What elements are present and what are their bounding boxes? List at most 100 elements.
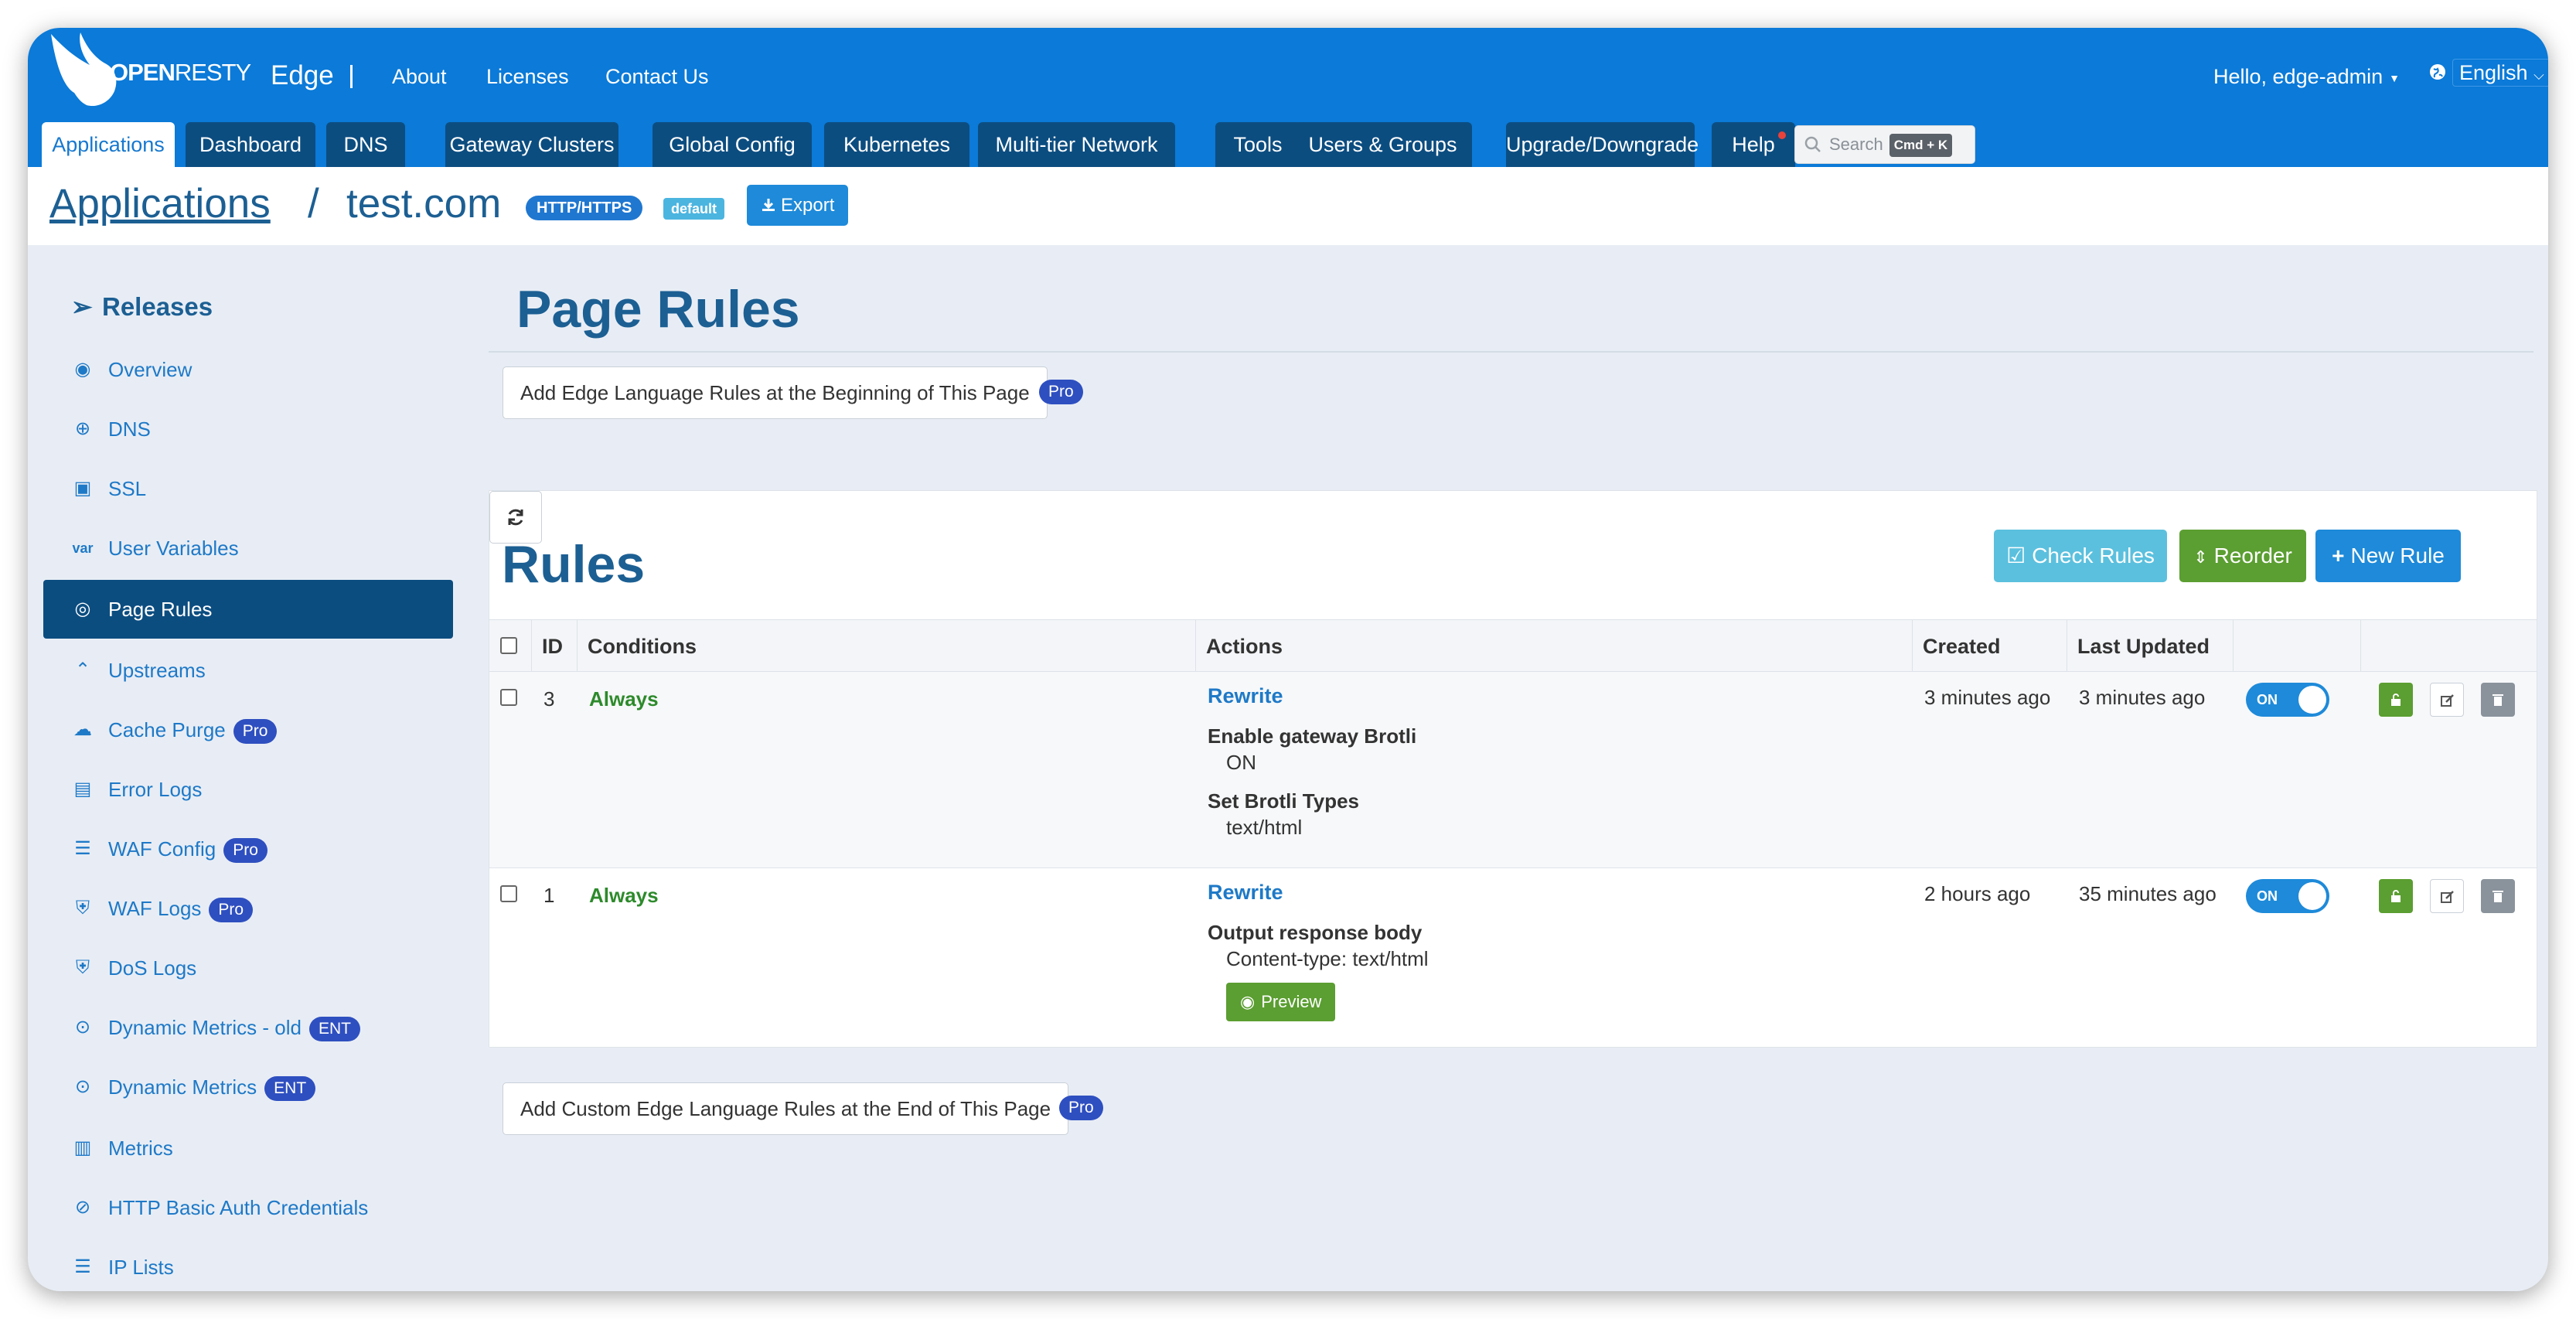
about-link[interactable]: About	[392, 65, 447, 89]
list-icon: ☰	[74, 1256, 91, 1277]
edit-button[interactable]	[2430, 879, 2464, 913]
contact-us-link[interactable]: Contact Us	[605, 65, 709, 89]
sidebar-item-waf-config[interactable]: ☰ WAF Config Pro	[43, 820, 453, 878]
plus-icon: +	[2332, 544, 2345, 567]
tab-tools[interactable]: Tools	[1215, 122, 1300, 167]
breadcrumb-app-name: test.com	[346, 181, 502, 227]
sidebar-item-label: WAF Logs	[108, 897, 202, 920]
sidebar-item-label: Cache Purge	[108, 718, 226, 741]
select-all-checkbox[interactable]	[500, 637, 517, 654]
unlock-button[interactable]	[2379, 683, 2413, 717]
logo-separator	[350, 65, 353, 88]
sidebar-item-label: Dynamic Metrics - old	[108, 1016, 302, 1039]
action-value: ON	[1226, 751, 1256, 774]
sidebar-item-upstreams[interactable]: ⌃ Upstreams	[43, 641, 453, 700]
shield-log-icon: ⛨	[76, 957, 90, 978]
tab-dns[interactable]: DNS	[326, 122, 405, 167]
rules-table: ID Conditions Actions Created Last Updat…	[489, 619, 2537, 1048]
rule-id: 3	[543, 687, 555, 711]
sidebar-item-waf-logs[interactable]: ⛨ WAF Logs Pro	[43, 879, 453, 938]
sidebar-item-ssl[interactable]: ▣ SSL	[43, 459, 453, 518]
globe-icon	[2430, 64, 2445, 80]
rewrite-link[interactable]: Rewrite	[1208, 881, 1283, 905]
row-checkbox[interactable]	[500, 885, 517, 902]
chevron-down-icon: ⌵	[2533, 67, 2544, 83]
notification-dot	[1778, 131, 1786, 139]
sidebar-item-user-variables[interactable]: var User Variables	[43, 519, 453, 578]
rule-enable-toggle[interactable]: ON	[2246, 683, 2329, 717]
sidebar-item-label: IP Lists	[108, 1256, 174, 1279]
title-divider	[489, 351, 2533, 353]
pro-badge: Pro	[1059, 1096, 1103, 1120]
preview-button[interactable]: ◉ Preview	[1226, 983, 1336, 1021]
sidebar-item-cache-purge[interactable]: ☁ Cache Purge Pro	[43, 700, 453, 759]
new-rule-button[interactable]: + New Rule	[2315, 530, 2461, 582]
sidebar-item-label: DNS	[108, 418, 151, 441]
tab-kubernetes[interactable]: Kubernetes	[824, 122, 969, 167]
delete-button[interactable]	[2481, 879, 2515, 913]
delete-button[interactable]	[2481, 683, 2515, 717]
tab-help[interactable]: Help	[1712, 122, 1795, 167]
sidebar-item-metrics[interactable]: ▥ Metrics	[43, 1119, 453, 1178]
tab-global-config[interactable]: Global Config	[653, 122, 812, 167]
check-rules-button[interactable]: ☑ Check Rules	[1994, 530, 2167, 582]
sidebar-item-dynamic-metrics[interactable]: ⊙ Dynamic Metrics ENT	[43, 1058, 453, 1116]
sidebar-item-page-rules[interactable]: ◎ Page Rules	[43, 580, 453, 639]
sidebar-item-label: WAF Config	[108, 837, 216, 861]
breadcrumb-applications-link[interactable]: Applications	[49, 180, 271, 227]
dashboard-icon: ◉	[74, 359, 91, 380]
unlock-button[interactable]	[2379, 879, 2413, 913]
tab-dashboard[interactable]: Dashboard	[186, 122, 315, 167]
pin-icon: ⊙	[74, 1076, 91, 1097]
rule-id: 1	[543, 884, 555, 907]
edit-button[interactable]	[2430, 683, 2464, 717]
top-navbar: OPENRESTY Edge About Licenses Contact Us…	[28, 28, 2548, 167]
sidebar-item-error-logs[interactable]: ▤ Error Logs	[43, 760, 453, 819]
tab-gateway-clusters[interactable]: Gateway Clusters	[445, 122, 618, 167]
tab-upgrade-downgrade[interactable]: Upgrade/Downgrade	[1506, 122, 1699, 167]
toggle-label: ON	[2257, 888, 2278, 904]
sidebar-item-dynamic-metrics-old[interactable]: ⊙ Dynamic Metrics - old ENT	[43, 998, 453, 1057]
sort-icon: ⇕	[2193, 547, 2208, 567]
tab-applications[interactable]: Applications	[42, 122, 175, 167]
sidebar-item-label: Error Logs	[108, 778, 203, 801]
column-header-id: ID	[542, 635, 563, 658]
sidebar-item-dos-logs[interactable]: ⛨ DoS Logs	[43, 939, 453, 997]
add-end-rules-button[interactable]: Add Custom Edge Language Rules at the En…	[503, 1082, 1069, 1135]
sidebar-item-label: Dynamic Metrics	[108, 1075, 257, 1099]
row-checkbox[interactable]	[500, 689, 517, 706]
sidebar-item-http-basic-auth[interactable]: ⊘ HTTP Basic Auth Credentials	[43, 1178, 453, 1237]
edit-icon	[2441, 694, 2454, 707]
check-rules-label: Check Rules	[2032, 544, 2155, 567]
sidebar-item-dns[interactable]: ⊕ DNS	[43, 400, 453, 458]
upstream-icon: ⌃	[74, 660, 91, 680]
column-header-actions: Actions	[1206, 635, 1283, 658]
openresty-logo[interactable]: OPENRESTY Edge	[43, 28, 334, 121]
tab-multi-tier-network[interactable]: Multi-tier Network	[978, 122, 1175, 167]
sidebar-item-overview[interactable]: ◉ Overview	[43, 340, 453, 399]
licenses-link[interactable]: Licenses	[486, 65, 569, 89]
send-icon: ➢	[71, 292, 93, 321]
partition-badge: default	[663, 198, 725, 220]
bar-chart-icon: ▥	[73, 1137, 92, 1158]
updated-time: 35 minutes ago	[2079, 882, 2217, 905]
toggle-label: ON	[2257, 692, 2278, 707]
pro-badge: Pro	[209, 898, 254, 923]
rewrite-link[interactable]: Rewrite	[1208, 684, 1283, 708]
created-time: 3 minutes ago	[1924, 686, 2051, 709]
toggle-knob	[2298, 882, 2326, 910]
search-box[interactable]: Search Cmd + K	[1794, 125, 1975, 164]
user-menu[interactable]: Hello, edge-admin ▼	[2213, 65, 2400, 89]
sidebar-item-label: SSL	[108, 477, 147, 500]
tab-users-groups[interactable]: Users & Groups	[1293, 122, 1472, 167]
sidebar-item-label: Metrics	[108, 1137, 173, 1160]
rule-enable-toggle[interactable]: ON	[2246, 879, 2329, 913]
language-select[interactable]: English ⌵	[2452, 59, 2548, 87]
add-begin-rules-button[interactable]: Add Edge Language Rules at the Beginning…	[503, 366, 1048, 419]
sidebar-item-label: HTTP Basic Auth Credentials	[108, 1196, 369, 1219]
export-button[interactable]: Export	[747, 185, 849, 226]
reorder-button[interactable]: ⇕ Reorder	[2179, 530, 2306, 582]
action-name: Set Brotli Types	[1208, 789, 1360, 813]
sidebar-item-ip-lists[interactable]: ☰ IP Lists	[43, 1238, 453, 1291]
breadcrumb-separator: /	[308, 181, 319, 227]
